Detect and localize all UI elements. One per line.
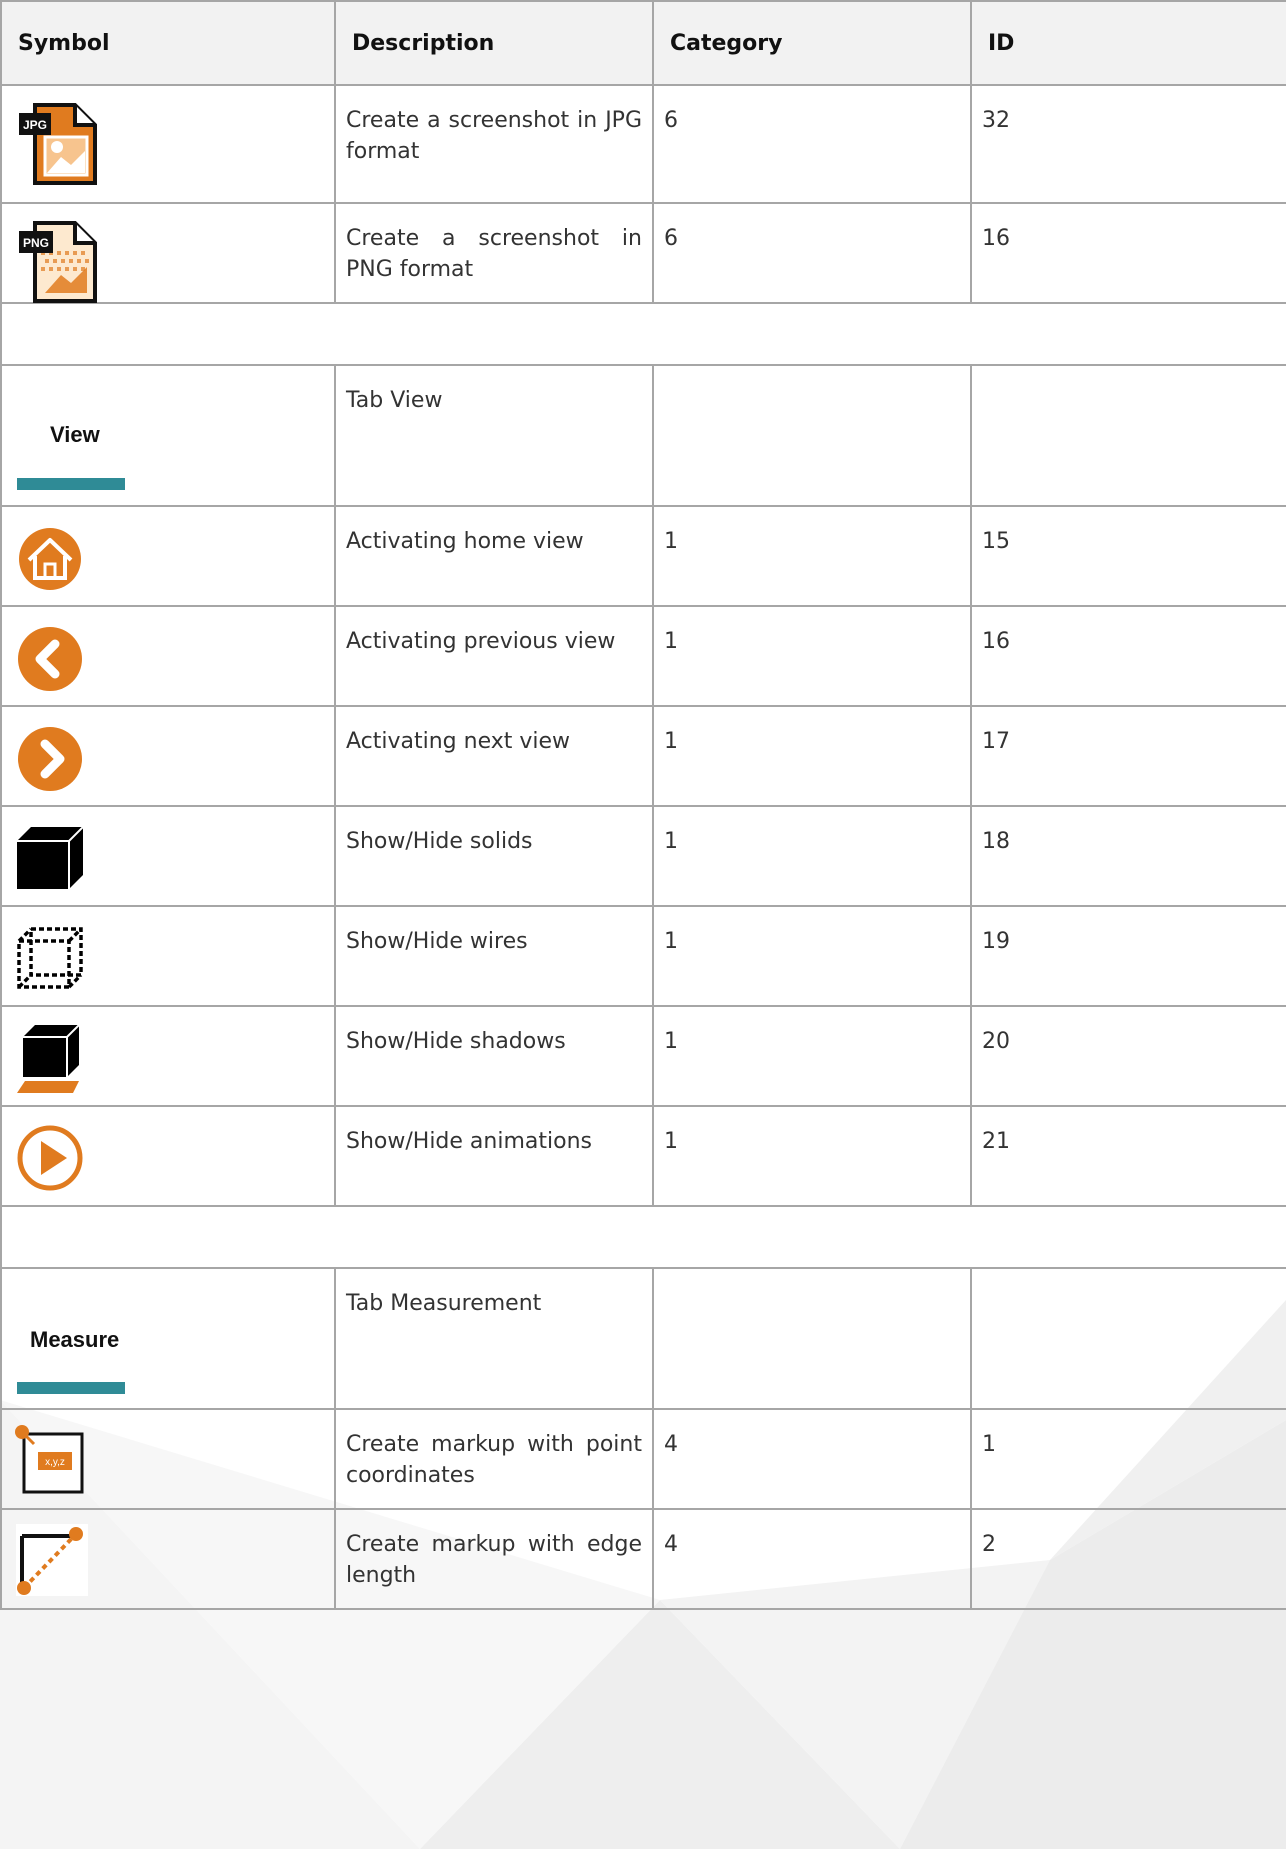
- category-cell: 1: [652, 605, 972, 707]
- header-description: Description: [334, 0, 654, 86]
- category-cell: 4: [652, 1408, 972, 1510]
- table-row: Activating previous view 1 16: [0, 605, 1286, 707]
- edge-length-icon: [16, 1524, 88, 1596]
- symbol-cell: [0, 705, 336, 807]
- symbol-cell: [0, 905, 336, 1007]
- id-cell: 20: [970, 1005, 1286, 1107]
- table-spacer-row: [0, 1205, 1286, 1269]
- table-row: Activating home view 1 15: [0, 505, 1286, 607]
- table-row: Measure Tab Measurement: [0, 1267, 1286, 1410]
- tab-measure-underline: [17, 1382, 125, 1394]
- category-cell: 1: [652, 805, 972, 907]
- symbol-cell: [0, 605, 336, 707]
- home-icon: [19, 528, 81, 590]
- category-cell: 1: [652, 705, 972, 807]
- category-cell: 1: [652, 505, 972, 607]
- category-cell: [652, 364, 972, 507]
- jpg-file-icon: JPG: [19, 103, 97, 185]
- symbol-cell: [0, 505, 336, 607]
- table-header-row: Symbol Description Category ID: [0, 0, 1286, 86]
- symbol-cell: [0, 805, 336, 907]
- tab-measure-label: Measure: [30, 1327, 120, 1352]
- symbol-cell: PNG: [0, 202, 336, 304]
- tab-view-underline: [17, 478, 125, 490]
- id-cell: 15: [970, 505, 1286, 607]
- symbol-cell: [0, 1005, 336, 1107]
- symbol-cell: x,y,z: [0, 1408, 336, 1510]
- id-cell: 18: [970, 805, 1286, 907]
- header-symbol: Symbol: [0, 0, 336, 86]
- tab-view-label: View: [50, 422, 100, 447]
- header-category: Category: [652, 0, 972, 86]
- id-cell: [970, 364, 1286, 507]
- table-row: View Tab View: [0, 364, 1286, 507]
- table-row: Show/Hide animations 1 21: [0, 1105, 1286, 1207]
- description-cell: Create a screenshot in PNG format: [334, 202, 654, 304]
- play-icon: [17, 1125, 83, 1191]
- id-cell: 21: [970, 1105, 1286, 1207]
- svg-text:PNG: PNG: [23, 236, 49, 250]
- category-cell: 1: [652, 1005, 972, 1107]
- id-cell: 16: [970, 605, 1286, 707]
- table-row: Activating next view 1 17: [0, 705, 1286, 807]
- table-row: Show/Hide solids 1 18: [0, 805, 1286, 907]
- table-spacer-row: [0, 302, 1286, 366]
- table-row: x,y,z Create markup with point coordinat…: [0, 1408, 1286, 1510]
- svg-text:JPG: JPG: [23, 118, 47, 132]
- description-cell: Show/Hide shadows: [334, 1005, 654, 1107]
- point-coordinates-icon: x,y,z: [15, 1425, 84, 1494]
- spacer-cell: [0, 302, 1286, 366]
- symbol-cell: Measure: [0, 1267, 336, 1410]
- table-row: JPG Create a screenshot in JPG format 6 …: [0, 84, 1286, 204]
- description-cell: Create a screenshot in JPG format: [334, 84, 654, 204]
- description-cell: Show/Hide solids: [334, 805, 654, 907]
- description-cell: Activating next view: [334, 705, 654, 807]
- description-cell: Create markup with point coordinates: [334, 1408, 654, 1510]
- description-cell: Tab Measurement: [334, 1267, 654, 1410]
- table-row: Create markup with edge length 4 2: [0, 1508, 1286, 1610]
- solid-cube-icon: [17, 827, 83, 889]
- description-cell: Show/Hide animations: [334, 1105, 654, 1207]
- description-cell: Activating previous view: [334, 605, 654, 707]
- description-cell: Show/Hide wires: [334, 905, 654, 1007]
- id-cell: [970, 1267, 1286, 1410]
- description-cell: Tab View: [334, 364, 654, 507]
- id-cell: 2: [970, 1508, 1286, 1610]
- symbol-cell: [0, 1508, 336, 1610]
- category-cell: 6: [652, 84, 972, 204]
- id-cell: 1: [970, 1408, 1286, 1510]
- svg-text:x,y,z: x,y,z: [45, 1457, 65, 1468]
- table-row: Show/Hide shadows 1 20: [0, 1005, 1286, 1107]
- wire-cube-icon: [17, 927, 83, 989]
- description-cell: Create markup with edge length: [334, 1508, 654, 1610]
- symbol-cell: JPG: [0, 84, 336, 204]
- shadow-cube-icon: [17, 1025, 80, 1093]
- table-row: PNG Create a screenshot in PNG format 6 …: [0, 202, 1286, 304]
- png-file-icon: PNG: [19, 221, 97, 303]
- category-cell: [652, 1267, 972, 1410]
- id-cell: 17: [970, 705, 1286, 807]
- symbol-table: Symbol Description Category ID JPG Creat…: [0, 0, 1286, 1610]
- chevron-right-icon: [18, 727, 82, 791]
- header-id: ID: [970, 0, 1286, 86]
- table-row: Show/Hide wires 1 19: [0, 905, 1286, 1007]
- symbol-cell: [0, 1105, 336, 1207]
- category-cell: 4: [652, 1508, 972, 1610]
- category-cell: 1: [652, 905, 972, 1007]
- id-cell: 32: [970, 84, 1286, 204]
- description-cell: Activating home view: [334, 505, 654, 607]
- spacer-cell: [0, 1205, 1286, 1269]
- symbol-cell: View: [0, 364, 336, 507]
- id-cell: 19: [970, 905, 1286, 1007]
- category-cell: 6: [652, 202, 972, 304]
- chevron-left-icon: [18, 627, 82, 691]
- id-cell: 16: [970, 202, 1286, 304]
- category-cell: 1: [652, 1105, 972, 1207]
